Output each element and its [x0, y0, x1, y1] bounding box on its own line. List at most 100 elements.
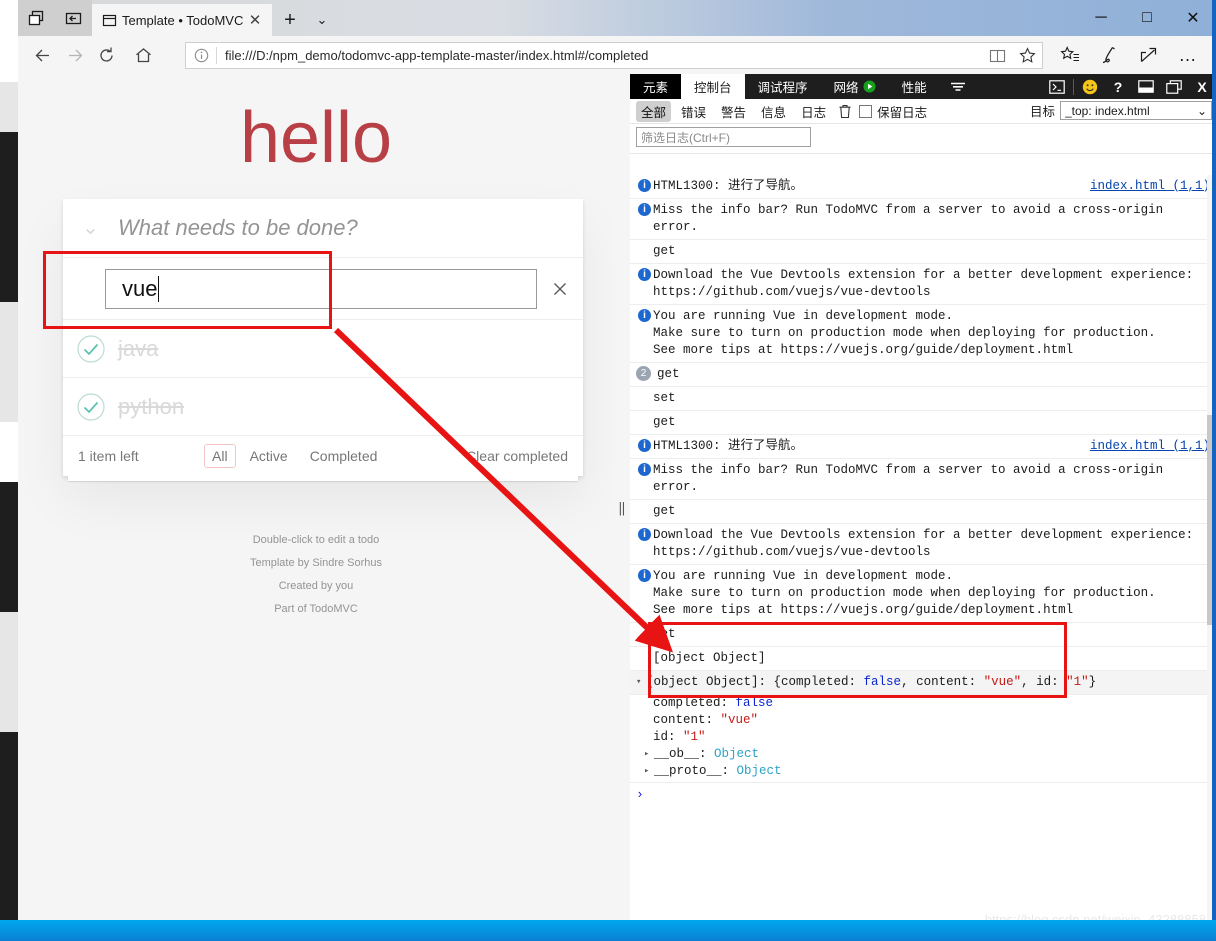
filter-completed[interactable]: Completed	[302, 444, 386, 468]
address-bar[interactable]: file:///D:/npm_demo/todomvc-app-template…	[185, 42, 1043, 69]
browser-tab[interactable]: Template • TodoMVC ✕	[92, 4, 272, 36]
object-proto-row[interactable]: ▸ __proto__: Object	[630, 763, 1216, 783]
todo-checkbox-checked-icon[interactable]	[63, 334, 118, 364]
console-message[interactable]: i You are running Vue in development mod…	[630, 565, 1216, 623]
page-viewport: hello ⌄ What needs to be done? vue java	[18, 74, 614, 920]
property-value: "vue"	[720, 713, 759, 727]
console-message[interactable]: i You are running Vue in development mod…	[630, 305, 1216, 363]
level-all[interactable]: 全部	[636, 100, 672, 122]
console-message[interactable]: get	[630, 500, 1216, 524]
target-label: 目标	[1029, 105, 1055, 119]
tab-debugger[interactable]: 调试程序	[745, 74, 821, 99]
info-line: Template by Sindre Sorhus	[249, 557, 383, 569]
items-left-count: 1 item left	[78, 448, 139, 464]
console-message[interactable]: i Download the Vue Devtools extension fo…	[630, 524, 1216, 565]
home-icon[interactable]	[130, 42, 156, 68]
message-text: Download the Vue Devtools extension for …	[653, 268, 1194, 299]
reading-view-icon[interactable]	[982, 48, 1012, 64]
toggle-all-chevron-icon[interactable]: ⌄	[63, 218, 118, 238]
object-property-row: id: "1"	[630, 729, 1216, 746]
help-icon[interactable]: ?	[1104, 74, 1132, 99]
tab-elements[interactable]: 元素	[630, 74, 682, 99]
filter-all[interactable]: All	[204, 444, 236, 468]
target-selector[interactable]: 目标 _top: index.html ⌄	[1030, 101, 1212, 120]
new-todo-row: ⌄ What needs to be done?	[63, 199, 583, 258]
reload-icon[interactable]	[93, 42, 119, 68]
tab-console[interactable]: 控制台	[681, 74, 745, 99]
expand-caret-icon[interactable]: ▸	[644, 763, 654, 780]
minimize-button[interactable]: ─	[1078, 0, 1124, 36]
level-log[interactable]: 日志	[796, 101, 831, 122]
object-property-row: content: "vue"	[630, 712, 1216, 729]
chevron-down-icon[interactable]: ⌄	[1197, 104, 1207, 118]
level-errors[interactable]: 错误	[676, 101, 711, 122]
clear-console-icon[interactable]	[838, 104, 852, 119]
more-tabs-icon[interactable]	[940, 74, 976, 99]
target-dropdown[interactable]: _top: index.html ⌄	[1060, 101, 1212, 120]
info-icon: i	[636, 267, 653, 281]
property-value: false	[735, 696, 774, 710]
tab-label: 性能	[901, 81, 927, 95]
url-text[interactable]: file:///D:/npm_demo/todomvc-app-template…	[217, 48, 982, 63]
preserve-log-checkbox[interactable]: 保留日志	[859, 102, 927, 121]
message-text: You are running Vue in development mode.…	[653, 309, 1156, 357]
collapse-caret-icon[interactable]: ▾	[636, 674, 646, 691]
expand-caret-icon[interactable]: ▸	[644, 746, 654, 763]
console-message[interactable]: i HTML1300: 进行了导航。 index.html (1,1)	[630, 435, 1216, 459]
share-icon[interactable]	[1135, 42, 1163, 68]
web-notes-pen-icon[interactable]	[1096, 42, 1124, 68]
todo-item[interactable]: python	[63, 378, 583, 436]
property-key: __proto__:	[654, 764, 737, 778]
close-window-button[interactable]: ✕	[1170, 0, 1216, 36]
set-tabs-aside-icon[interactable]	[55, 0, 92, 36]
back-arrow-icon[interactable]	[29, 42, 55, 68]
undock-icon[interactable]	[1160, 74, 1188, 99]
console-filter-input[interactable]: 筛选日志(Ctrl+F)	[636, 127, 811, 147]
console-message[interactable]: i Miss the info bar? Run TodoMVC from a …	[630, 459, 1216, 500]
site-info-icon[interactable]	[186, 48, 216, 63]
console-output[interactable]: i HTML1300: 进行了导航。 index.html (1,1) i Mi…	[630, 175, 1216, 920]
tab-network[interactable]: 网络	[821, 74, 889, 99]
console-message[interactable]: i Download the Vue Devtools extension fo…	[630, 264, 1216, 305]
maximize-button[interactable]: □	[1124, 0, 1170, 36]
filter-active[interactable]: Active	[242, 444, 296, 468]
favorite-star-icon[interactable]	[1012, 47, 1042, 64]
console-message[interactable]: i HTML1300: 进行了导航。 index.html (1,1)	[630, 175, 1216, 199]
feedback-smiley-icon[interactable]	[1076, 74, 1104, 99]
level-warnings[interactable]: 警告	[716, 101, 751, 122]
checkbox-box[interactable]	[859, 104, 873, 118]
console-toggle-icon[interactable]	[1043, 74, 1071, 99]
more-options-icon[interactable]: …	[1174, 42, 1202, 68]
property-value: Object	[736, 764, 782, 778]
titlebar-left-buttons	[18, 0, 92, 36]
console-message[interactable]: i Miss the info bar? Run TodoMVC from a …	[630, 199, 1216, 240]
destroy-todo-icon[interactable]	[537, 280, 583, 298]
console-message[interactable]: get	[630, 411, 1216, 435]
todo-checkbox-checked-icon[interactable]	[63, 392, 118, 422]
tab-performance[interactable]: 性能	[889, 74, 940, 99]
message-source-link[interactable]: index.html (1,1)	[1090, 438, 1210, 455]
todo-item-label: java	[118, 335, 159, 361]
dock-bottom-icon[interactable]	[1132, 74, 1160, 99]
message-source-link[interactable]: index.html (1,1)	[1090, 178, 1210, 195]
console-message[interactable]: set	[630, 387, 1216, 411]
object-proto-row[interactable]: ▸ __ob__: Object	[630, 746, 1216, 763]
object-property: __proto__: Object	[654, 763, 1210, 780]
favorites-hub-icon[interactable]	[1056, 42, 1084, 68]
play-icon[interactable]	[863, 80, 876, 93]
property-key: content:	[653, 713, 721, 727]
repeat-count-badge: 2	[636, 366, 651, 381]
level-info[interactable]: 信息	[756, 101, 791, 122]
console-message[interactable]: get	[630, 240, 1216, 264]
info-line: Created by you	[278, 580, 354, 592]
tab-close-icon[interactable]: ✕	[244, 11, 266, 29]
console-prompt-row[interactable]: ›	[630, 783, 1216, 806]
console-message[interactable]: 2 get	[630, 363, 1216, 387]
splitter-grip-icon[interactable]: ‖	[618, 499, 626, 519]
new-todo-input[interactable]: What needs to be done?	[118, 215, 583, 241]
new-tab-button[interactable]: +	[276, 6, 304, 34]
tabs-preview-icon[interactable]	[18, 0, 55, 36]
tab-list-chevron-icon[interactable]: ⌄	[308, 6, 336, 34]
clear-completed-button[interactable]: Clear completed	[466, 448, 568, 464]
devtools-splitter[interactable]: ‖	[614, 74, 630, 920]
